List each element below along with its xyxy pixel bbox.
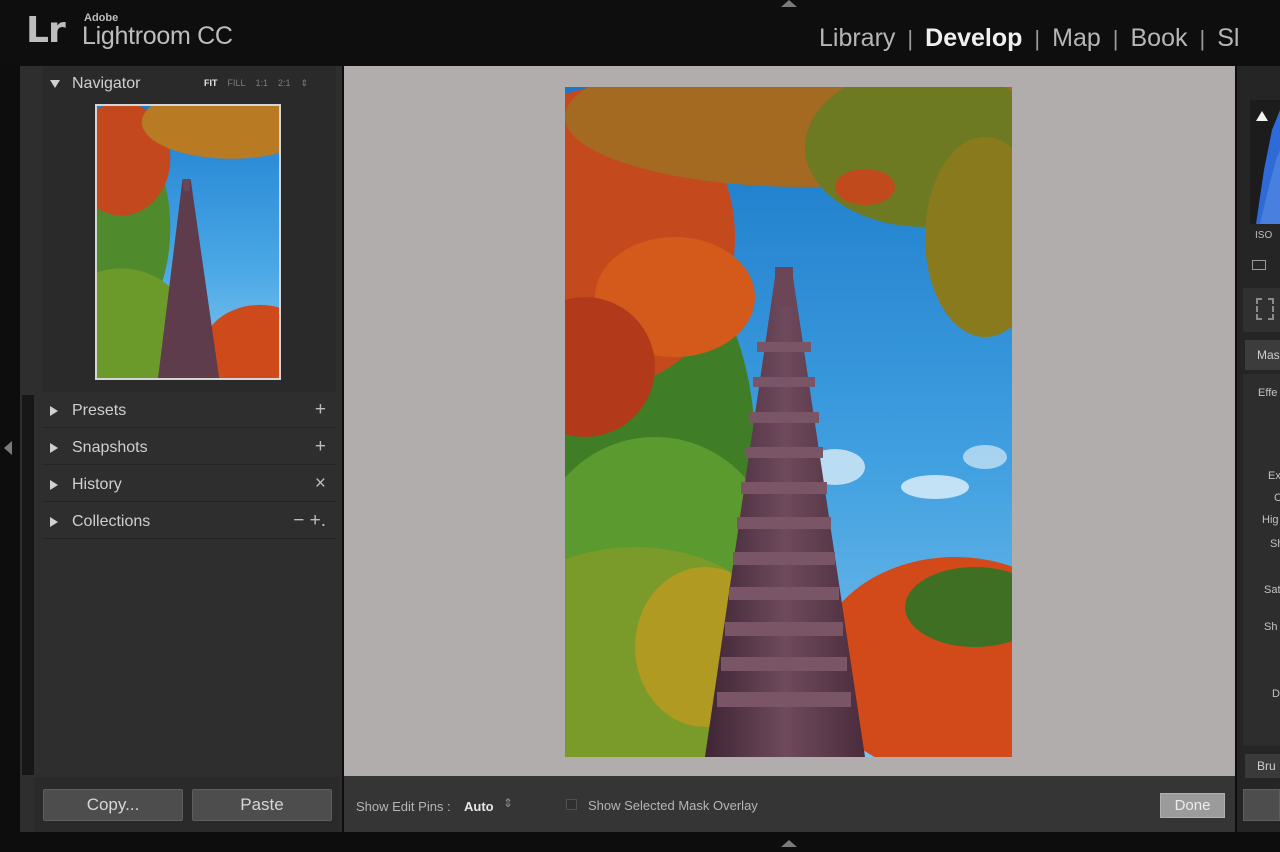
adjust-label: Sat — [1264, 584, 1280, 596]
module-picker: Library | Develop | Map | Book | Sl — [819, 24, 1239, 53]
copy-button[interactable]: Copy... — [43, 789, 183, 821]
adjust-label: D — [1272, 688, 1280, 700]
stepper-icon[interactable]: ⇕ — [503, 796, 513, 810]
zoom-1-1[interactable]: 1:1 — [256, 78, 269, 88]
effect-label: Effe — [1258, 387, 1278, 399]
clear-icon[interactable]: × — [315, 473, 326, 495]
section-collections[interactable]: Collections − +. — [42, 505, 336, 539]
section-label: Presets — [72, 402, 127, 419]
collapsed-triangle-icon — [50, 443, 58, 453]
module-separator: | — [907, 26, 914, 51]
expand-triangle-icon — [50, 80, 60, 88]
navigator-panel: Navigator FIT FILL 1:1 2:1 ⇕ — [42, 66, 336, 392]
main-photo-image — [565, 87, 1012, 757]
module-develop[interactable]: Develop — [925, 24, 1022, 53]
section-presets[interactable]: Presets + — [42, 394, 336, 428]
brand-app-name: Lightroom CC — [82, 22, 233, 50]
histogram-info: ISO — [1255, 230, 1273, 241]
paste-button[interactable]: Paste — [192, 789, 332, 821]
mask-tab-label: Mas — [1257, 348, 1280, 362]
add-icon[interactable]: + — [315, 436, 326, 458]
left-panel-toggle-icon[interactable] — [4, 441, 12, 455]
filmstrip-toggle-icon[interactable] — [781, 840, 797, 847]
navigator-preview[interactable] — [95, 104, 281, 380]
adjust-label: Sh — [1270, 538, 1280, 550]
collapsed-triangle-icon — [50, 517, 58, 527]
adjust-label: Hig — [1262, 514, 1279, 526]
bottom-bar — [0, 832, 1280, 852]
adjust-label: Sh — [1264, 621, 1278, 633]
section-label: Collections — [72, 513, 151, 530]
module-separator: | — [1112, 26, 1119, 51]
show-edit-pins-label: Show Edit Pins : — [356, 799, 451, 814]
zoom-fit[interactable]: FIT — [204, 78, 218, 88]
module-book[interactable]: Book — [1130, 24, 1187, 53]
navigator-preview-image — [97, 106, 279, 378]
zoom-2-1[interactable]: 2:1 — [278, 78, 291, 88]
zoom-fill[interactable]: FILL — [228, 78, 246, 88]
original-photo-toggle-icon[interactable] — [1252, 260, 1266, 270]
adjust-label: C — [1274, 492, 1280, 504]
crop-tool-icon[interactable] — [1256, 298, 1274, 320]
clipping-indicator-icon[interactable] — [1256, 111, 1268, 121]
lightroom-logo: Lr — [26, 10, 66, 51]
collapsed-triangle-icon — [50, 406, 58, 416]
module-slideshow[interactable]: Sl — [1217, 24, 1239, 53]
section-label: History — [72, 476, 122, 493]
navigator-title: Navigator — [72, 75, 141, 92]
brush-label: Bru — [1257, 759, 1276, 773]
navigator-zoom-options: FIT FILL 1:1 2:1 ⇕ — [204, 78, 318, 89]
show-edit-pins-select[interactable]: Auto — [464, 799, 494, 814]
left-panel-edge — [22, 395, 34, 775]
top-panel-toggle-icon[interactable] — [781, 0, 797, 7]
main-photo[interactable] — [565, 87, 1012, 757]
module-separator: | — [1034, 26, 1041, 51]
reset-button[interactable] — [1243, 789, 1280, 821]
module-separator: | — [1199, 26, 1206, 51]
section-snapshots[interactable]: Snapshots + — [42, 431, 336, 465]
done-button[interactable]: Done — [1160, 793, 1225, 818]
module-library[interactable]: Library — [819, 24, 895, 53]
navigator-header[interactable]: Navigator FIT FILL 1:1 2:1 ⇕ — [42, 66, 336, 100]
mask-overlay-label[interactable]: Show Selected Mask Overlay — [588, 798, 758, 813]
adjust-label: Ex — [1268, 470, 1280, 482]
collapsed-triangle-icon — [50, 480, 58, 490]
section-history[interactable]: History × — [42, 468, 336, 502]
zoom-stepper[interactable]: ⇕ — [301, 78, 309, 89]
module-map[interactable]: Map — [1052, 24, 1101, 53]
remove-add-icon[interactable]: − +. — [293, 510, 326, 532]
section-label: Snapshots — [72, 439, 148, 456]
add-icon[interactable]: + — [315, 399, 326, 421]
mask-overlay-checkbox[interactable] — [566, 799, 577, 810]
